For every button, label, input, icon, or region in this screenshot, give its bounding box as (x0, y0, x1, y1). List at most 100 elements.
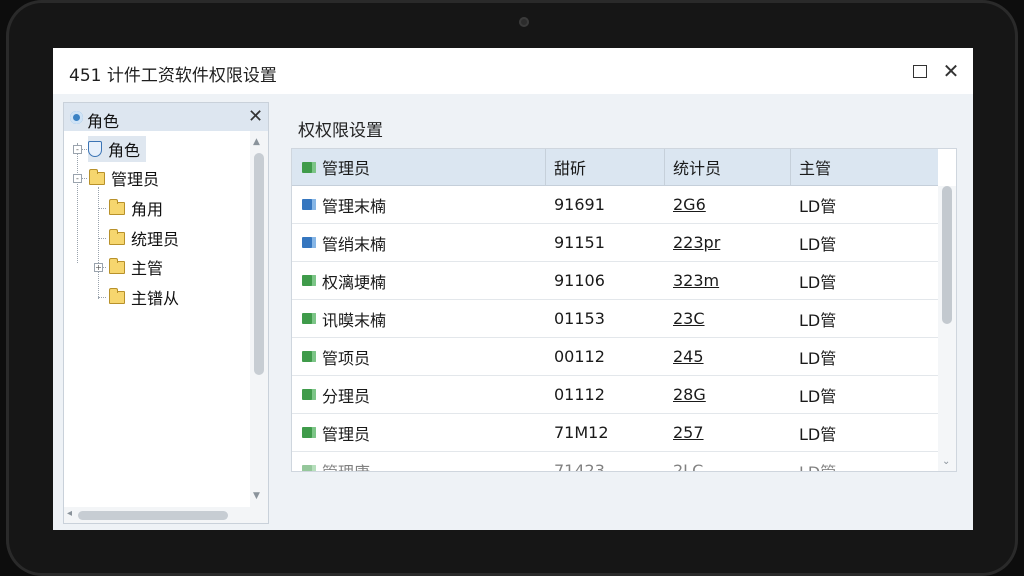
permissions-title: 权权限设置 (298, 121, 383, 141)
cell-name: 分理员 (302, 376, 370, 413)
tree-item-supervisor[interactable]: 主管 (109, 254, 163, 280)
tree-item-label: 主镨从 (131, 289, 180, 308)
cell-text: 权漓埂楠 (322, 272, 387, 292)
tree-item-label: 角色 (108, 141, 141, 160)
cell-text: LD管 (799, 386, 837, 406)
scroll-thumb[interactable] (78, 511, 228, 520)
scroll-up-icon[interactable]: ▲ (253, 137, 260, 147)
flag-icon (302, 465, 316, 471)
column-divider[interactable] (664, 149, 665, 185)
window-title: 451 计件工资软件权限设置 (69, 66, 277, 86)
grid-header: 管理员 甜斫 统计员 主管 (292, 149, 938, 186)
cell-text: 01153 (554, 309, 605, 328)
table-row[interactable]: 权漓埂楠 91106 323m LD管 (292, 262, 938, 300)
table-row[interactable]: 管理末楠 91691 2G6 LD管 (292, 186, 938, 224)
tree-item-zhupucong[interactable]: 主镨从 (109, 284, 179, 310)
cell-code: 00112 (554, 338, 605, 375)
cell-text: 323m (673, 271, 720, 290)
cell-text: 管理员 (322, 424, 371, 444)
maximize-icon (913, 64, 927, 78)
cell-count[interactable]: 257 (673, 414, 704, 451)
cell-count[interactable]: 2LC (673, 452, 704, 472)
role-panel-header: 角色 ✕ (64, 103, 268, 131)
column-header-supervisor[interactable]: 主管 (799, 149, 831, 185)
panel-close-icon[interactable]: ✕ (248, 106, 263, 127)
title-bar: 451 计件工资软件权限设置 ✕ (53, 48, 973, 94)
role-panel-title: 角色 (87, 112, 120, 131)
role-panel: 角色 ✕ - - + 角色 管理员 角用 统理员 主管 主镨从 ▲ ▼ ◂ (63, 102, 269, 524)
cell-count[interactable]: 2G6 (673, 186, 706, 223)
cell-name: 讯暯末楠 (302, 300, 386, 337)
column-header-admin[interactable]: 管理员 (302, 149, 370, 185)
cell-code: 01153 (554, 300, 605, 337)
cell-text: 00112 (554, 347, 605, 366)
chevron-down-icon[interactable]: ⌄ (942, 456, 950, 467)
tree-item-label: 角用 (131, 200, 164, 219)
cell-count[interactable]: 245 (673, 338, 704, 375)
table-row[interactable]: 管理员 71M12 257 LD管 (292, 414, 938, 452)
tree-item-admin[interactable]: 管理员 (89, 165, 159, 191)
scroll-down-icon[interactable]: ▼ (253, 491, 260, 501)
scroll-left-icon[interactable]: ◂ (67, 508, 72, 519)
scroll-thumb[interactable] (254, 153, 264, 375)
cell-text: 管理康... (322, 462, 386, 472)
tree-item-tongliyuan[interactable]: 统理员 (109, 225, 179, 251)
tree-expander[interactable]: - (73, 145, 82, 154)
cell-name: 管绡末楠 (302, 224, 386, 261)
role-tree: - - + 角色 管理员 角用 统理员 主管 主镨从 (64, 131, 250, 507)
cell-text: 管项员 (322, 348, 371, 368)
cell-name: 管项员 (302, 338, 370, 375)
folder-icon (89, 168, 105, 185)
column-header-statistician[interactable]: 统计员 (673, 149, 721, 185)
flag-icon (302, 351, 316, 362)
cell-count[interactable]: 223pr (673, 224, 720, 261)
cell-text: 91106 (554, 271, 605, 290)
flag-icon (302, 161, 316, 173)
flag-icon (302, 389, 316, 400)
grid-vertical-scrollbar[interactable]: ⌄ (938, 186, 956, 471)
cell-role: LD管 (799, 300, 836, 337)
permissions-grid: 管理员 甜斫 统计员 主管 管理末楠 91691 2G6 LD管管绡末楠 91151 22… (291, 148, 957, 472)
cell-text: 71M12 (554, 423, 609, 442)
tree-item-jiaoyong[interactable]: 角用 (109, 195, 163, 221)
column-label: 管理员 (322, 159, 371, 178)
table-row[interactable]: 管项员 00112 245 LD管 (292, 338, 938, 376)
table-row[interactable]: 管理康... 71423 2LC LD管 (292, 452, 938, 472)
scroll-thumb[interactable] (942, 186, 952, 324)
tree-expander[interactable]: - (73, 174, 82, 183)
tree-item-role[interactable]: 角色 (88, 136, 147, 162)
cell-role: LD管 (799, 224, 836, 261)
flag-icon (302, 313, 316, 324)
close-icon: ✕ (942, 59, 960, 83)
table-row[interactable]: 分理员 01112 28G LD管 (292, 376, 938, 414)
cell-count[interactable]: 23C (673, 300, 705, 337)
close-button[interactable]: ✕ (941, 61, 961, 81)
folder-icon (109, 198, 125, 215)
cell-text: 2LC (673, 461, 704, 472)
column-divider[interactable] (790, 149, 791, 185)
tree-horizontal-scrollbar[interactable]: ◂ (64, 507, 268, 523)
tree-item-label: 主管 (131, 259, 164, 278)
cell-text: LD管 (799, 462, 837, 472)
tree-line (98, 238, 106, 239)
table-row[interactable]: 管绡末楠 91151 223pr LD管 (292, 224, 938, 262)
cell-name: 管理员 (302, 414, 370, 451)
table-row[interactable]: 讯暯末楠 01153 23C LD管 (292, 300, 938, 338)
cell-text: 28G (673, 385, 706, 404)
cell-role: LD管 (799, 262, 836, 299)
cell-text: 23C (673, 309, 705, 328)
shield-icon (88, 141, 102, 157)
cell-name: 权漓埂楠 (302, 262, 386, 299)
tree-vertical-scrollbar[interactable]: ▲ ▼ (250, 131, 268, 507)
tree-expander[interactable]: + (94, 263, 103, 272)
cell-code: 91151 (554, 224, 605, 261)
cell-count[interactable]: 323m (673, 262, 719, 299)
cell-role: LD管 (799, 452, 836, 472)
cell-count[interactable]: 28G (673, 376, 706, 413)
column-divider[interactable] (545, 149, 546, 185)
cell-text: 分理员 (322, 386, 371, 406)
cell-text: 管绡末楠 (322, 234, 387, 254)
role-icon (70, 111, 83, 124)
maximize-button[interactable] (910, 61, 930, 81)
column-header-2[interactable]: 甜斫 (554, 149, 586, 185)
